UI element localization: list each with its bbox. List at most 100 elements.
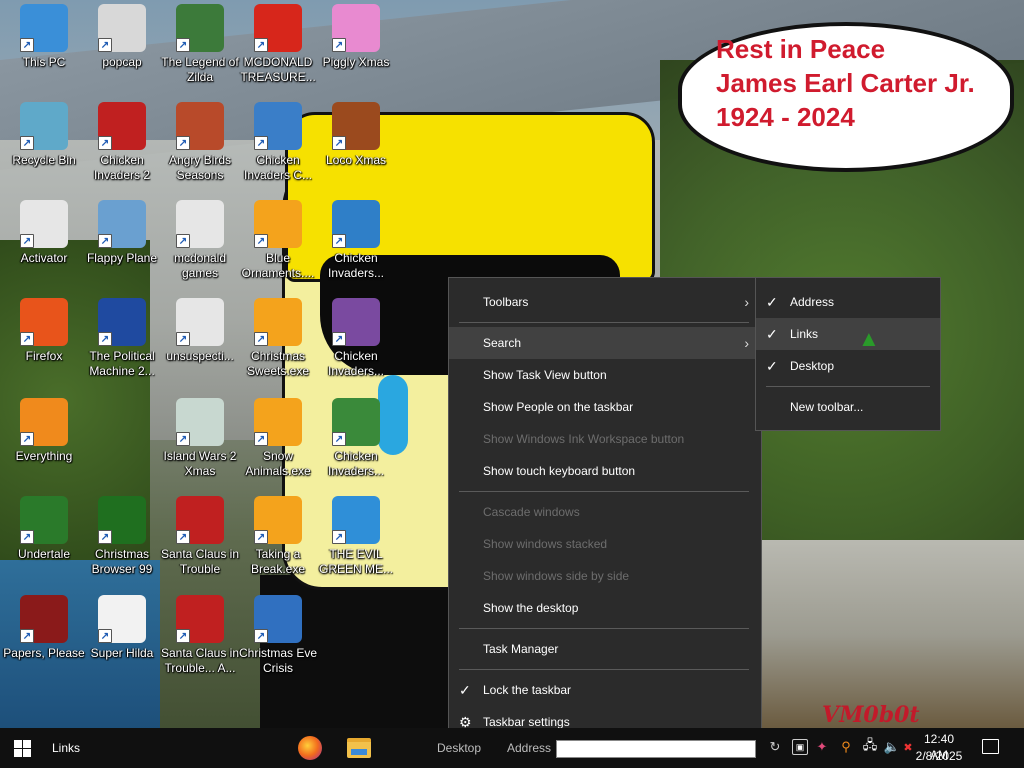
shortcut-arrow-icon: ↗	[176, 629, 190, 643]
shortcut-arrow-icon: ↗	[20, 136, 34, 150]
desktop-icon[interactable]: ↗ Christmas Browser 99	[80, 496, 164, 590]
firefox-taskbar-icon[interactable]	[298, 736, 322, 760]
address-input[interactable]	[556, 740, 756, 758]
context-menu-item-label: Task Manager	[483, 642, 559, 656]
shortcut-arrow-icon: ↗	[254, 234, 268, 248]
desktop-icon[interactable]: ↗ Santa Claus in Trouble... A...	[158, 595, 242, 689]
desktop-icon-label: Flappy Plane	[86, 251, 158, 265]
desktop-icon[interactable]: ↗ Christmas Eve Crisis	[236, 595, 320, 689]
desktop-icon[interactable]: ↗ Angry Birds Seasons	[158, 102, 242, 196]
desktop-icon[interactable]: ↗ Recycle Bin	[2, 102, 86, 196]
volume-icon[interactable]: 🔈	[884, 739, 900, 755]
context-menu-item[interactable]: Task Manager	[449, 633, 761, 665]
context-menu-item-label: Taskbar settings	[483, 715, 570, 729]
shortcut-arrow-icon: ↗	[176, 136, 190, 150]
toolbars-submenu-item-label: New toolbar...	[790, 400, 864, 414]
desktop-icon-label: Santa Claus in Trouble... A...	[160, 646, 240, 675]
shortcut-arrow-icon: ↗	[254, 38, 268, 52]
file-explorer-icon[interactable]	[347, 738, 371, 758]
context-menu-item[interactable]: Show touch keyboard button	[449, 455, 761, 487]
tray-app-icon[interactable]: ▣	[792, 739, 808, 755]
desktop-icon[interactable]: ↗ Chicken Invaders...	[314, 200, 398, 294]
puzzle-icon: ↗	[254, 298, 302, 346]
address-toolbar-label: Address	[507, 741, 552, 755]
clock-date[interactable]: 2/8/2025	[914, 748, 964, 764]
desktop-icon[interactable]: ↗ Everything	[2, 398, 86, 492]
shortcut-arrow-icon: ↗	[254, 432, 268, 446]
santa-icon: ↗	[176, 595, 224, 643]
bubble-line-1: Rest in Peace	[716, 34, 886, 64]
shortcut-arrow-icon: ↗	[98, 629, 112, 643]
refresh-icon[interactable]: ↻	[767, 739, 783, 755]
desktop-icon[interactable]: ↗ Christmas Sweets.exe	[236, 298, 320, 392]
bubble-line-3: 1924 - 2024	[716, 102, 855, 132]
context-menu-item[interactable]: Toolbars ›	[449, 286, 761, 318]
context-menu-item[interactable]: Show People on the taskbar	[449, 391, 761, 423]
desktop-icon[interactable]: ↗ MCDONALD TREASURE...	[236, 4, 320, 98]
desktop-icon-label: Super Hilda	[90, 646, 154, 660]
desktop-icon[interactable]: ↗ This PC	[2, 4, 86, 98]
desktop-icon[interactable]: ↗ Firefox	[2, 298, 86, 392]
context-menu-item[interactable]: Show Windows Ink Workspace button	[449, 423, 761, 455]
menu-separator	[766, 386, 930, 387]
desktop-icon[interactable]: ↗ Flappy Plane	[80, 200, 164, 294]
desktop-icon[interactable]: ↗ The Legend of Zilda	[158, 4, 242, 98]
desktop-icon-label: MCDONALD TREASURE...	[240, 55, 316, 84]
desktop-icon[interactable]: ↗ Piggly Xmas	[314, 4, 398, 98]
santa-icon: ↗	[254, 595, 302, 643]
desktop-icon[interactable]: ↗ Snow Animals.exe	[236, 398, 320, 492]
desktop-icon-label: Undertale	[17, 547, 71, 561]
check-icon: ✓	[459, 681, 471, 698]
context-menu-item[interactable]: Show the desktop	[449, 592, 761, 624]
desktop-icon[interactable]: ↗ Activator	[2, 200, 86, 294]
links-toolbar-label[interactable]: Links	[52, 741, 80, 755]
desktop-icon-label: Chicken Invaders...	[327, 449, 385, 478]
toolbars-submenu-item[interactable]: New toolbar...	[756, 391, 940, 423]
desktop-icon[interactable]: ↗ Santa Claus in Trouble	[158, 496, 242, 590]
shortcut-arrow-icon: ↗	[20, 432, 34, 446]
toolbars-submenu-item-label: Desktop	[790, 359, 835, 373]
desktop-icon[interactable]: ↗ Taking a Break.exe	[236, 496, 320, 590]
desktop-icon[interactable]: ↗ Loco Xmas	[314, 102, 398, 196]
desktop-icon[interactable]: ↗ Papers, Please	[2, 595, 86, 689]
desktop-icon-label: Island Wars 2 Xmas	[163, 449, 237, 478]
context-menu-item[interactable]: Show windows side by side	[449, 560, 761, 592]
desktop-icon[interactable]: ↗ Blue Ornaments....	[236, 200, 320, 294]
desktop-icon[interactable]: ↗ popcap	[80, 4, 164, 98]
desktop-icon[interactable]: ↗ Undertale	[2, 496, 86, 590]
toolbars-submenu-item[interactable]: ✓ Desktop	[756, 350, 940, 382]
desktop-toolbar-label[interactable]: Desktop	[437, 741, 481, 755]
toolbars-submenu-item[interactable]: ✓ Links	[756, 318, 940, 350]
desktop-icon-label: Chicken Invaders...	[327, 251, 385, 280]
context-menu-item[interactable]: ✓ Lock the taskbar	[449, 674, 761, 706]
desktop-icon-label: Chicken Invaders 2	[93, 153, 151, 182]
desktop-icon-label: Christmas Eve Crisis	[238, 646, 318, 675]
desktop-icon[interactable]: ↗ Chicken Invaders...	[314, 298, 398, 392]
notification-icon[interactable]	[982, 739, 999, 754]
context-menu-item[interactable]: Search ›	[449, 327, 761, 359]
desktop-icon[interactable]: ↗ Chicken Invaders C...	[236, 102, 320, 196]
tray-app-icon-2[interactable]: ✦	[814, 739, 830, 755]
toolbars-submenu: ✓ Address ✓ Links ✓ Desktop New toolbar...	[755, 277, 941, 431]
desktop-icon[interactable]: ↗ Chicken Invaders 2	[80, 102, 164, 196]
desktop-icon[interactable]: ↗ Chicken Invaders...	[314, 398, 398, 492]
puzzle-icon: ↗	[254, 496, 302, 544]
shortcut-arrow-icon: ↗	[98, 234, 112, 248]
folder-icon: ↗	[98, 4, 146, 52]
desktop-icon[interactable]: ↗ Super Hilda	[80, 595, 164, 689]
network-icon[interactable]: 🖧	[862, 737, 878, 755]
desktop-icon[interactable]: ↗ Island Wars 2 Xmas	[158, 398, 242, 492]
shortcut-arrow-icon: ↗	[332, 332, 346, 346]
shortcut-arrow-icon: ↗	[20, 234, 34, 248]
start-button[interactable]	[14, 740, 31, 757]
context-menu-item-label: Search	[483, 336, 522, 350]
everything-tray-icon[interactable]: ⚲	[838, 739, 854, 755]
context-menu-item[interactable]: Cascade windows	[449, 496, 761, 528]
context-menu-item[interactable]: Show windows stacked	[449, 528, 761, 560]
desktop-icon[interactable]: ↗ The Political Machine 2...	[80, 298, 164, 392]
desktop-icon[interactable]: ↗ THE EVIL GREEN ME...	[314, 496, 398, 590]
toolbars-submenu-item[interactable]: ✓ Address	[756, 286, 940, 318]
desktop-icon[interactable]: ↗ unsuspecti...	[158, 298, 242, 392]
context-menu-item[interactable]: Show Task View button	[449, 359, 761, 391]
desktop-icon[interactable]: ↗ mcdonald games	[158, 200, 242, 294]
